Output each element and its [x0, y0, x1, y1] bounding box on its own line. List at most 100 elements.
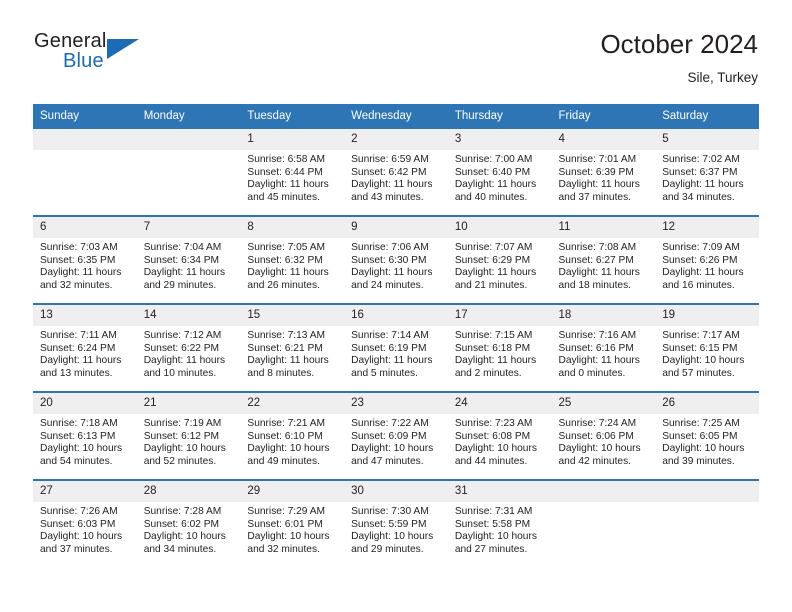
daylight-duration-line2: and 40 minutes.	[454, 191, 528, 203]
sunrise-time: Sunrise: 7:01 AM	[558, 154, 637, 165]
calendar-day-cell[interactable]: 30 Sunrise: 7:30 AM Sunset: 5:59 PM Dayligh…	[344, 479, 448, 567]
calendar-day-cell[interactable]: 31 Sunrise: 7:31 AM Sunset: 5:58 PM Dayligh…	[447, 479, 552, 567]
day-details: Sunrise: 7:16 AM Sunset: 6:16 PM Daylight:…	[552, 326, 656, 380]
day-number: 3	[447, 129, 552, 150]
daylight-duration-line2: and 49 minutes.	[247, 455, 320, 467]
sunrise-time: Sunrise: 7:15 AM	[454, 330, 533, 341]
sunset-time: Sunset: 6:37 PM	[662, 166, 738, 178]
sunset-time: Sunset: 6:05 PM	[662, 430, 738, 442]
sunset-time: Sunset: 6:08 PM	[454, 430, 531, 442]
calendar-day-cell[interactable]: 22 Sunrise: 7:21 AM Sunset: 6:10 PM Dayligh…	[240, 391, 345, 480]
calendar-week-row: 20 Sunrise: 7:18 AM Sunset: 6:13 PM Dayligh…	[33, 391, 759, 480]
day-number	[655, 481, 759, 502]
sunrise-time: Sunrise: 7:18 AM	[40, 418, 118, 429]
logo-text-blue: Blue	[63, 50, 104, 72]
calendar-day-cell[interactable]: 24 Sunrise: 7:23 AM Sunset: 6:08 PM Dayligh…	[447, 391, 552, 480]
daylight-duration-line2: and 34 minutes.	[662, 191, 735, 203]
calendar-day-cell[interactable]: 17 Sunrise: 7:15 AM Sunset: 6:18 PM Dayligh…	[447, 303, 552, 392]
day-details: Sunrise: 7:31 AM Sunset: 5:58 PM Daylight:…	[448, 502, 552, 556]
day-number: 6	[33, 217, 137, 238]
sunset-time: Sunset: 6:18 PM	[454, 342, 531, 354]
calendar-day-cell[interactable]: 23 Sunrise: 7:22 AM Sunset: 6:09 PM Dayligh…	[344, 391, 448, 480]
day-number: 11	[551, 217, 656, 238]
daylight-duration-line1: Daylight: 10 hours	[40, 531, 123, 543]
calendar-day-cell[interactable]: 20 Sunrise: 7:18 AM Sunset: 6:13 PM Dayligh…	[33, 391, 137, 480]
daylight-duration-line1: Daylight: 10 hours	[454, 531, 537, 543]
calendar-day-cell[interactable]: 12 Sunrise: 7:09 AM Sunset: 6:26 PM Dayligh…	[655, 215, 759, 304]
sunrise-time: Sunrise: 7:21 AM	[247, 418, 325, 429]
calendar-day-cell[interactable]: 8 Sunrise: 7:05 AM Sunset: 6:32 PM Daylight…	[240, 215, 345, 304]
sunset-time: Sunset: 6:44 PM	[247, 166, 323, 178]
calendar-day-cell[interactable]: 26 Sunrise: 7:25 AM Sunset: 6:05 PM Dayligh…	[655, 391, 759, 480]
sunrise-time: Sunrise: 7:12 AM	[143, 330, 222, 341]
weekday-header-thursday: Thursday	[447, 104, 552, 128]
daylight-duration-line1: Daylight: 11 hours	[143, 355, 226, 367]
daylight-duration-line2: and 32 minutes.	[247, 543, 320, 555]
sunrise-time: Sunrise: 7:11 AM	[40, 330, 117, 341]
sunrise-time: Sunrise: 7:25 AM	[662, 418, 740, 429]
calendar-day-cell[interactable]: 1 Sunrise: 6:58 AM Sunset: 6:44 PM Daylight…	[240, 127, 345, 216]
calendar-day-cell[interactable]: 13 Sunrise: 7:11 AM Sunset: 6:24 PM Dayligh…	[33, 303, 137, 392]
daylight-duration-line1: Daylight: 11 hours	[40, 267, 122, 279]
calendar-page: General Blue October 2024 Sile, Turkey S…	[0, 0, 792, 612]
calendar-day-cell[interactable]: 29 Sunrise: 7:29 AM Sunset: 6:01 PM Dayligh…	[240, 479, 345, 567]
calendar-day-cell[interactable]: 15 Sunrise: 7:13 AM Sunset: 6:21 PM Dayligh…	[240, 303, 345, 392]
sunrise-time: Sunrise: 7:04 AM	[143, 242, 222, 253]
daylight-duration-line1: Daylight: 10 hours	[143, 531, 226, 543]
calendar-day-cell[interactable]: 25 Sunrise: 7:24 AM Sunset: 6:06 PM Dayligh…	[551, 391, 656, 480]
calendar-day-cell[interactable]: 14 Sunrise: 7:12 AM Sunset: 6:22 PM Dayligh…	[136, 303, 241, 392]
daylight-duration-line1: Daylight: 11 hours	[454, 267, 537, 279]
day-number: 23	[344, 393, 448, 414]
daylight-duration-line1: Daylight: 10 hours	[351, 531, 434, 543]
calendar-body: 1 Sunrise: 6:58 AM Sunset: 6:44 PM Daylight…	[33, 127, 759, 567]
calendar-day-cell-empty	[655, 479, 759, 567]
sunrise-time: Sunrise: 7:24 AM	[558, 418, 637, 429]
calendar-day-cell[interactable]: 19 Sunrise: 7:17 AM Sunset: 6:15 PM Dayligh…	[655, 303, 759, 392]
calendar-day-cell[interactable]: 3 Sunrise: 7:00 AM Sunset: 6:40 PM Daylight…	[447, 127, 552, 216]
general-blue-logo[interactable]: General Blue	[34, 30, 154, 82]
calendar-day-cell[interactable]: 28 Sunrise: 7:28 AM Sunset: 6:02 PM Dayligh…	[136, 479, 241, 567]
weekday-header-tuesday: Tuesday	[240, 104, 345, 128]
sunrise-time: Sunrise: 7:09 AM	[662, 242, 740, 253]
title-block: October 2024 Sile, Turkey	[600, 28, 758, 88]
daylight-duration-line2: and 27 minutes.	[454, 543, 528, 555]
calendar-day-cell[interactable]: 9 Sunrise: 7:06 AM Sunset: 6:30 PM Daylight…	[344, 215, 448, 304]
weekday-header-friday: Friday	[551, 104, 656, 128]
daylight-duration-line2: and 37 minutes.	[40, 543, 113, 555]
calendar-day-cell[interactable]: 4 Sunrise: 7:01 AM Sunset: 6:39 PM Daylight…	[551, 127, 656, 216]
day-number: 24	[447, 393, 552, 414]
calendar-day-cell[interactable]: 11 Sunrise: 7:08 AM Sunset: 6:27 PM Dayligh…	[551, 215, 656, 304]
sunrise-time: Sunrise: 7:14 AM	[351, 330, 429, 341]
daylight-duration-line1: Daylight: 10 hours	[662, 355, 745, 367]
calendar-day-cell[interactable]: 6 Sunrise: 7:03 AM Sunset: 6:35 PM Daylight…	[33, 215, 137, 304]
sunset-time: Sunset: 6:19 PM	[351, 342, 427, 354]
sunset-time: Sunset: 6:09 PM	[351, 430, 427, 442]
daylight-duration-line1: Daylight: 11 hours	[558, 355, 640, 367]
daylight-duration-line1: Daylight: 11 hours	[40, 355, 122, 367]
calendar-day-cell[interactable]: 27 Sunrise: 7:26 AM Sunset: 6:03 PM Dayligh…	[33, 479, 137, 567]
sunset-time: Sunset: 6:34 PM	[143, 254, 220, 266]
day-number: 26	[655, 393, 759, 414]
day-number: 2	[344, 129, 448, 150]
calendar-day-cell[interactable]: 10 Sunrise: 7:07 AM Sunset: 6:29 PM Dayligh…	[447, 215, 552, 304]
daylight-duration-line2: and 13 minutes.	[40, 367, 113, 379]
calendar-day-cell[interactable]: 5 Sunrise: 7:02 AM Sunset: 6:37 PM Daylight…	[655, 127, 759, 216]
day-details: Sunrise: 7:21 AM Sunset: 6:10 PM Daylight:…	[240, 414, 344, 468]
day-details: Sunrise: 7:11 AM Sunset: 6:24 PM Daylight:…	[33, 326, 137, 380]
day-details: Sunrise: 7:23 AM Sunset: 6:08 PM Daylight:…	[448, 414, 552, 468]
daylight-duration-line2: and 44 minutes.	[454, 455, 528, 467]
daylight-duration-line1: Daylight: 11 hours	[247, 267, 329, 279]
calendar-day-cell[interactable]: 18 Sunrise: 7:16 AM Sunset: 6:16 PM Dayligh…	[551, 303, 656, 392]
day-number	[136, 129, 241, 150]
calendar-day-cell[interactable]: 16 Sunrise: 7:14 AM Sunset: 6:19 PM Dayligh…	[344, 303, 448, 392]
day-number: 4	[551, 129, 656, 150]
day-details: Sunrise: 7:07 AM Sunset: 6:29 PM Daylight:…	[448, 238, 552, 292]
day-number: 29	[240, 481, 345, 502]
calendar-day-cell[interactable]: 7 Sunrise: 7:04 AM Sunset: 6:34 PM Daylight…	[136, 215, 241, 304]
calendar-day-cell[interactable]: 21 Sunrise: 7:19 AM Sunset: 6:12 PM Dayligh…	[136, 391, 241, 480]
day-number: 1	[240, 129, 345, 150]
sunset-time: Sunset: 6:35 PM	[40, 254, 116, 266]
daylight-duration-line2: and 42 minutes.	[558, 455, 632, 467]
calendar-day-cell[interactable]: 2 Sunrise: 6:59 AM Sunset: 6:42 PM Daylight…	[344, 127, 448, 216]
day-number: 30	[344, 481, 448, 502]
